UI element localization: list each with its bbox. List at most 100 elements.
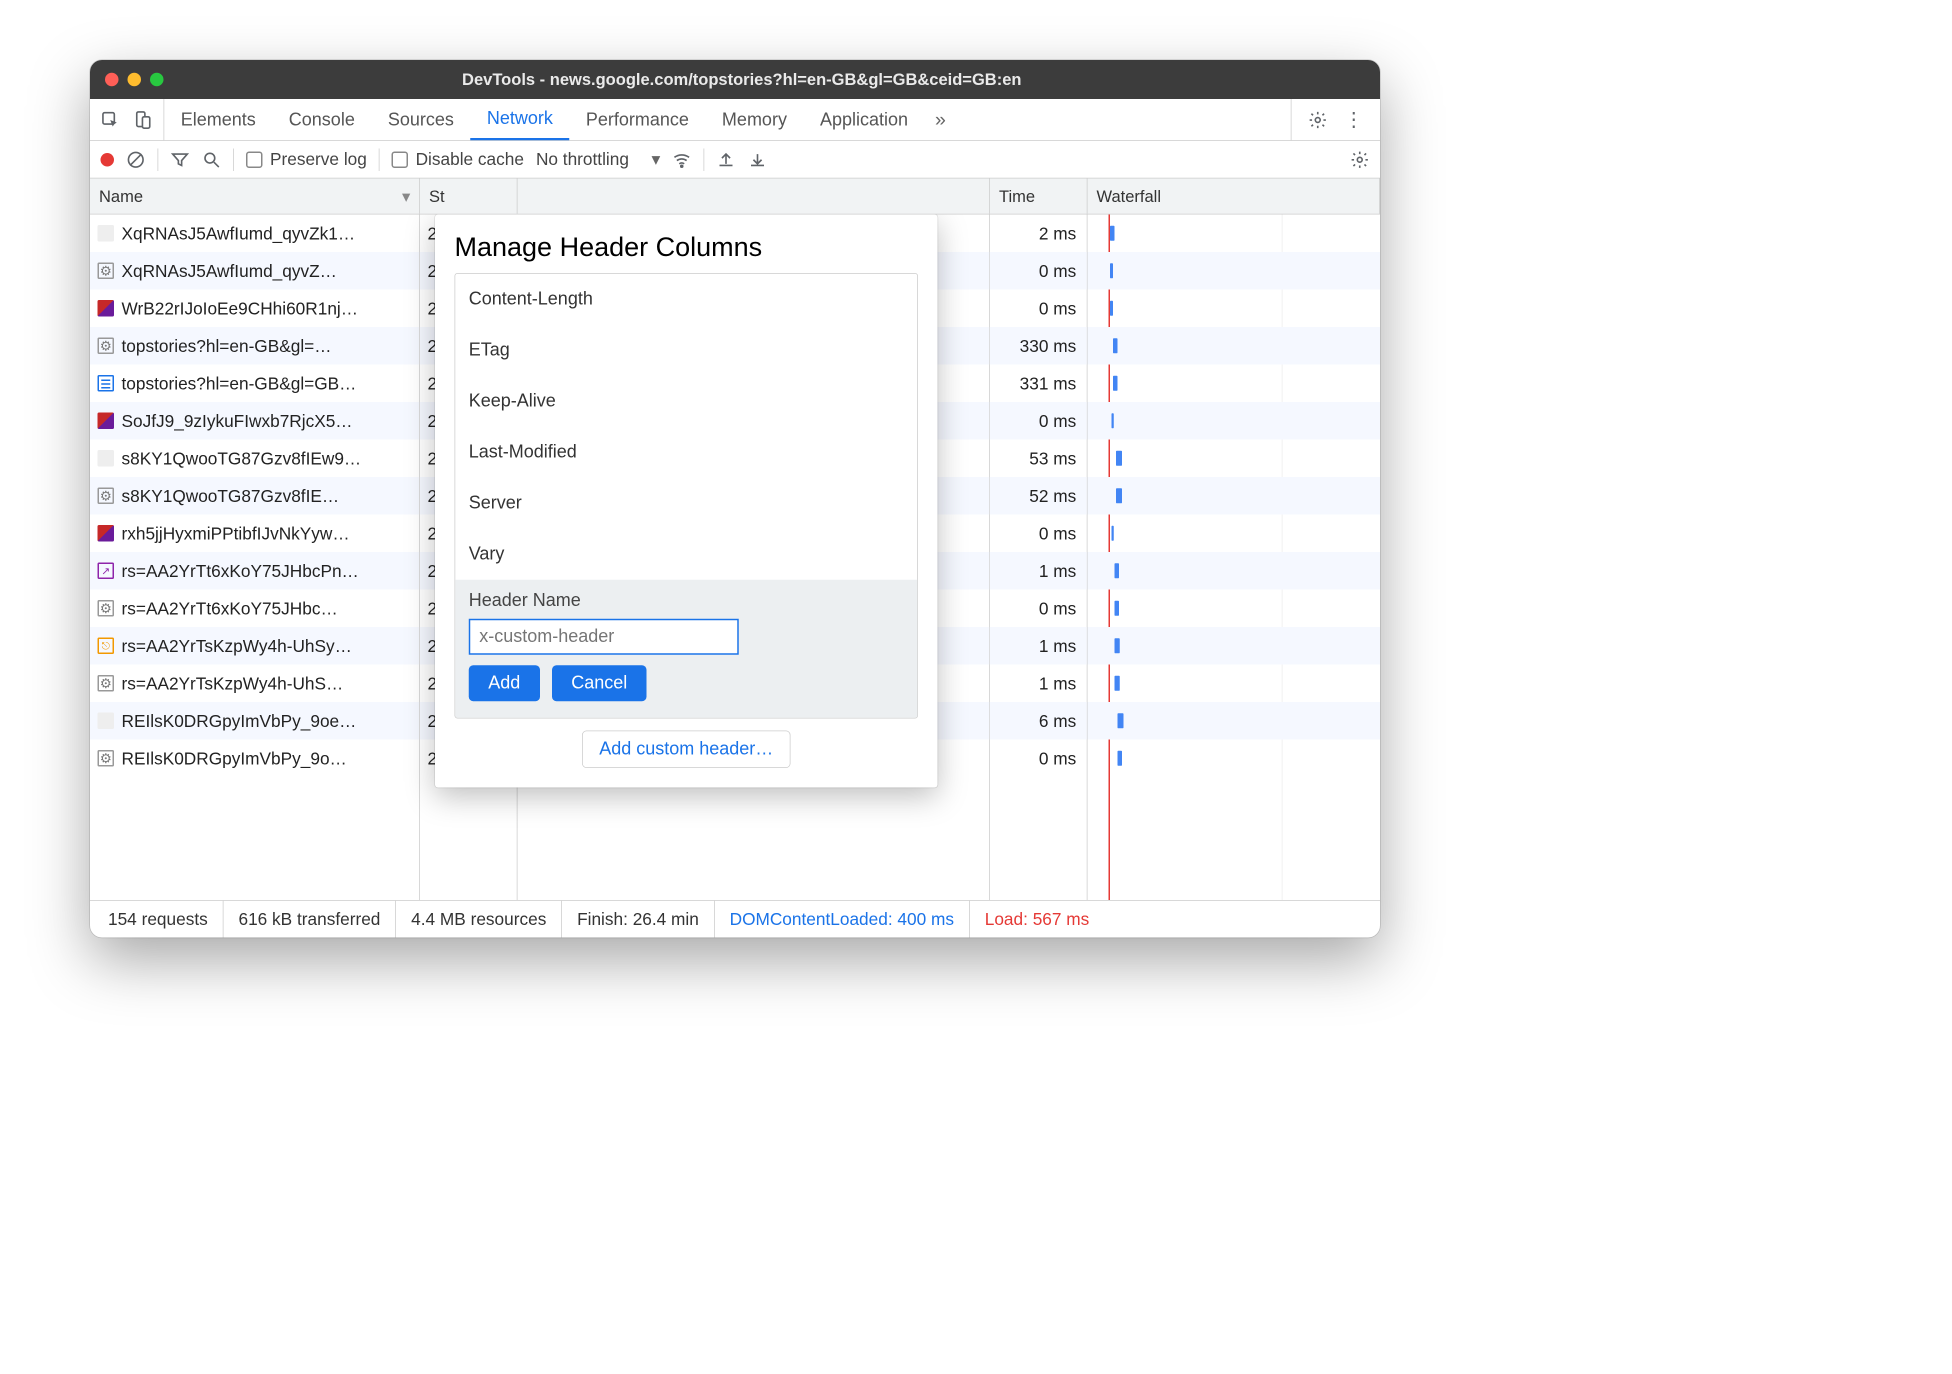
tab-memory[interactable]: Memory xyxy=(705,99,803,140)
waterfall-row xyxy=(1088,665,1381,703)
header-item[interactable]: ETag xyxy=(455,325,917,376)
status-dcl: DOMContentLoaded: 400 ms xyxy=(715,901,970,938)
waterfall-bar xyxy=(1113,338,1118,353)
waterfall-bar xyxy=(1118,751,1123,766)
tab-sources[interactable]: Sources xyxy=(371,99,470,140)
waterfall-bar xyxy=(1113,376,1118,391)
request-name: s8KY1QwooTG87Gzv8fIEw9… xyxy=(122,448,362,468)
statusbar: 154 requests 616 kB transferred 4.4 MB r… xyxy=(90,900,1380,938)
waterfall-row xyxy=(1088,252,1381,290)
request-row[interactable]: SoJfJ9_9zIykuFIwxb7RjcX5… xyxy=(90,402,419,440)
download-icon[interactable] xyxy=(748,150,768,170)
gear-icon: ⚙ xyxy=(98,488,115,505)
request-name: topstories?hl=en-GB&gl=GB… xyxy=(122,373,357,393)
filter-icon[interactable] xyxy=(170,150,190,170)
request-time: 330 ms xyxy=(990,327,1087,365)
request-time: 0 ms xyxy=(990,252,1087,290)
header-name-input[interactable] xyxy=(469,619,739,655)
disable-cache-checkbox[interactable]: Disable cache xyxy=(392,149,524,169)
kebab-icon[interactable]: ⋮ xyxy=(1344,108,1364,131)
request-row[interactable]: WrB22rIJoIoEe9CHhi60R1nj… xyxy=(90,290,419,328)
request-name: topstories?hl=en-GB&gl=… xyxy=(122,336,332,356)
header-item[interactable]: Keep-Alive xyxy=(455,376,917,427)
request-name: rs=AA2YrTt6xKoY75JHbcPn… xyxy=(122,561,359,581)
dialog-title: Manage Header Columns xyxy=(455,231,919,263)
document-icon xyxy=(98,375,115,392)
col-header-name[interactable]: Name ▾ xyxy=(90,179,420,214)
gear-icon: ⚙ xyxy=(98,600,115,617)
close-icon[interactable] xyxy=(105,73,119,87)
waterfall-bar xyxy=(1115,638,1120,653)
col-header-status[interactable]: St xyxy=(420,179,518,214)
request-row[interactable]: ⚙ topstories?hl=en-GB&gl=… xyxy=(90,327,419,365)
request-row[interactable]: REIlsK0DRGpyImVbPy_9oe… xyxy=(90,702,419,740)
request-row[interactable]: ↗rs=AA2YrTt6xKoY75JHbcPn… xyxy=(90,552,419,590)
record-button[interactable] xyxy=(101,153,115,167)
header-name-label: Header Name xyxy=(469,590,904,611)
waterfall-bar xyxy=(1112,413,1114,428)
request-row[interactable]: ⚙REIlsK0DRGpyImVbPy_9o… xyxy=(90,740,419,778)
manage-header-columns-dialog: Manage Header Columns Content-Length ETa… xyxy=(435,215,938,788)
clear-icon[interactable] xyxy=(126,150,146,170)
tab-application[interactable]: Application xyxy=(803,99,924,140)
request-row[interactable]: ⚙rs=AA2YrTsKzpWy4h-UhS… xyxy=(90,665,419,703)
gear-icon: ⚙ xyxy=(98,263,115,280)
request-time: 53 ms xyxy=(990,440,1087,478)
status-resources: 4.4 MB resources xyxy=(396,901,562,938)
inspect-icon[interactable] xyxy=(101,110,121,130)
request-time: 0 ms xyxy=(990,590,1087,628)
request-row[interactable]: ⚙s8KY1QwooTG87Gzv8fIE… xyxy=(90,477,419,515)
request-row[interactable]: s8KY1QwooTG87Gzv8fIEw9… xyxy=(90,440,419,478)
tab-console[interactable]: Console xyxy=(272,99,371,140)
header-item[interactable]: Server xyxy=(455,478,917,529)
request-time: 1 ms xyxy=(990,627,1087,665)
request-row[interactable]: XqRNAsJ5AwfIumd_qyvZk1… xyxy=(90,215,419,253)
settings-gear-icon[interactable] xyxy=(1350,150,1370,170)
request-name: WrB22rIJoIoEe9CHhi60R1nj… xyxy=(122,298,359,318)
tab-performance[interactable]: Performance xyxy=(569,99,705,140)
waterfall-row xyxy=(1088,740,1381,778)
wifi-icon[interactable] xyxy=(672,150,692,170)
request-row[interactable]: ⚙XqRNAsJ5AwfIumd_qyvZ… xyxy=(90,252,419,290)
waterfall-row xyxy=(1088,515,1381,553)
gear-icon[interactable] xyxy=(1308,110,1328,130)
col-header-waterfall[interactable]: Waterfall xyxy=(1088,179,1381,214)
header-item[interactable]: Last-Modified xyxy=(455,427,917,478)
add-custom-header-button[interactable]: Add custom header… xyxy=(582,731,791,769)
devtools-window: DevTools - news.google.com/topstories?hl… xyxy=(90,60,1380,938)
gear-icon: ⚙ xyxy=(98,338,115,355)
more-tabs-icon[interactable]: » xyxy=(925,99,957,140)
waterfall-bar xyxy=(1115,676,1120,691)
script-icon: ⎋ xyxy=(98,638,115,655)
request-row[interactable]: topstories?hl=en-GB&gl=GB… xyxy=(90,365,419,403)
add-button[interactable]: Add xyxy=(469,665,540,701)
request-row[interactable]: rxh5jjHyxmiPPtibfIJvNkYyw… xyxy=(90,515,419,553)
waterfall-row xyxy=(1088,627,1381,665)
preserve-log-checkbox[interactable]: Preserve log xyxy=(246,149,367,169)
zoom-icon[interactable] xyxy=(150,73,164,87)
col-header-gap xyxy=(518,179,991,214)
tab-elements[interactable]: Elements xyxy=(164,99,272,140)
throttling-select[interactable]: No throttling▾ xyxy=(536,149,660,169)
waterfall-row xyxy=(1088,477,1381,515)
request-name: REIlsK0DRGpyImVbPy_9o… xyxy=(122,748,347,768)
sort-icon: ▾ xyxy=(402,186,410,206)
image-icon xyxy=(98,413,115,430)
request-row[interactable]: ⎋ rs=AA2YrTsKzpWy4h-UhSy… xyxy=(90,627,419,665)
file-icon xyxy=(98,450,115,467)
tab-network[interactable]: Network xyxy=(470,99,569,140)
minimize-icon[interactable] xyxy=(128,73,142,87)
request-name: rs=AA2YrTsKzpWy4h-UhSy… xyxy=(122,636,352,656)
header-item[interactable]: Content-Length xyxy=(455,274,917,325)
upload-icon[interactable] xyxy=(716,150,736,170)
search-icon[interactable] xyxy=(202,150,222,170)
col-header-time[interactable]: Time xyxy=(990,179,1088,214)
waterfall-bar xyxy=(1118,713,1124,728)
header-item[interactable]: Vary xyxy=(455,529,917,580)
cancel-button[interactable]: Cancel xyxy=(552,665,647,701)
status-transferred: 616 kB transferred xyxy=(223,901,396,938)
device-icon[interactable] xyxy=(134,110,154,130)
request-row[interactable]: ⚙rs=AA2YrTt6xKoY75JHbc… xyxy=(90,590,419,628)
file-icon xyxy=(98,713,115,730)
disable-cache-label: Disable cache xyxy=(416,149,524,169)
